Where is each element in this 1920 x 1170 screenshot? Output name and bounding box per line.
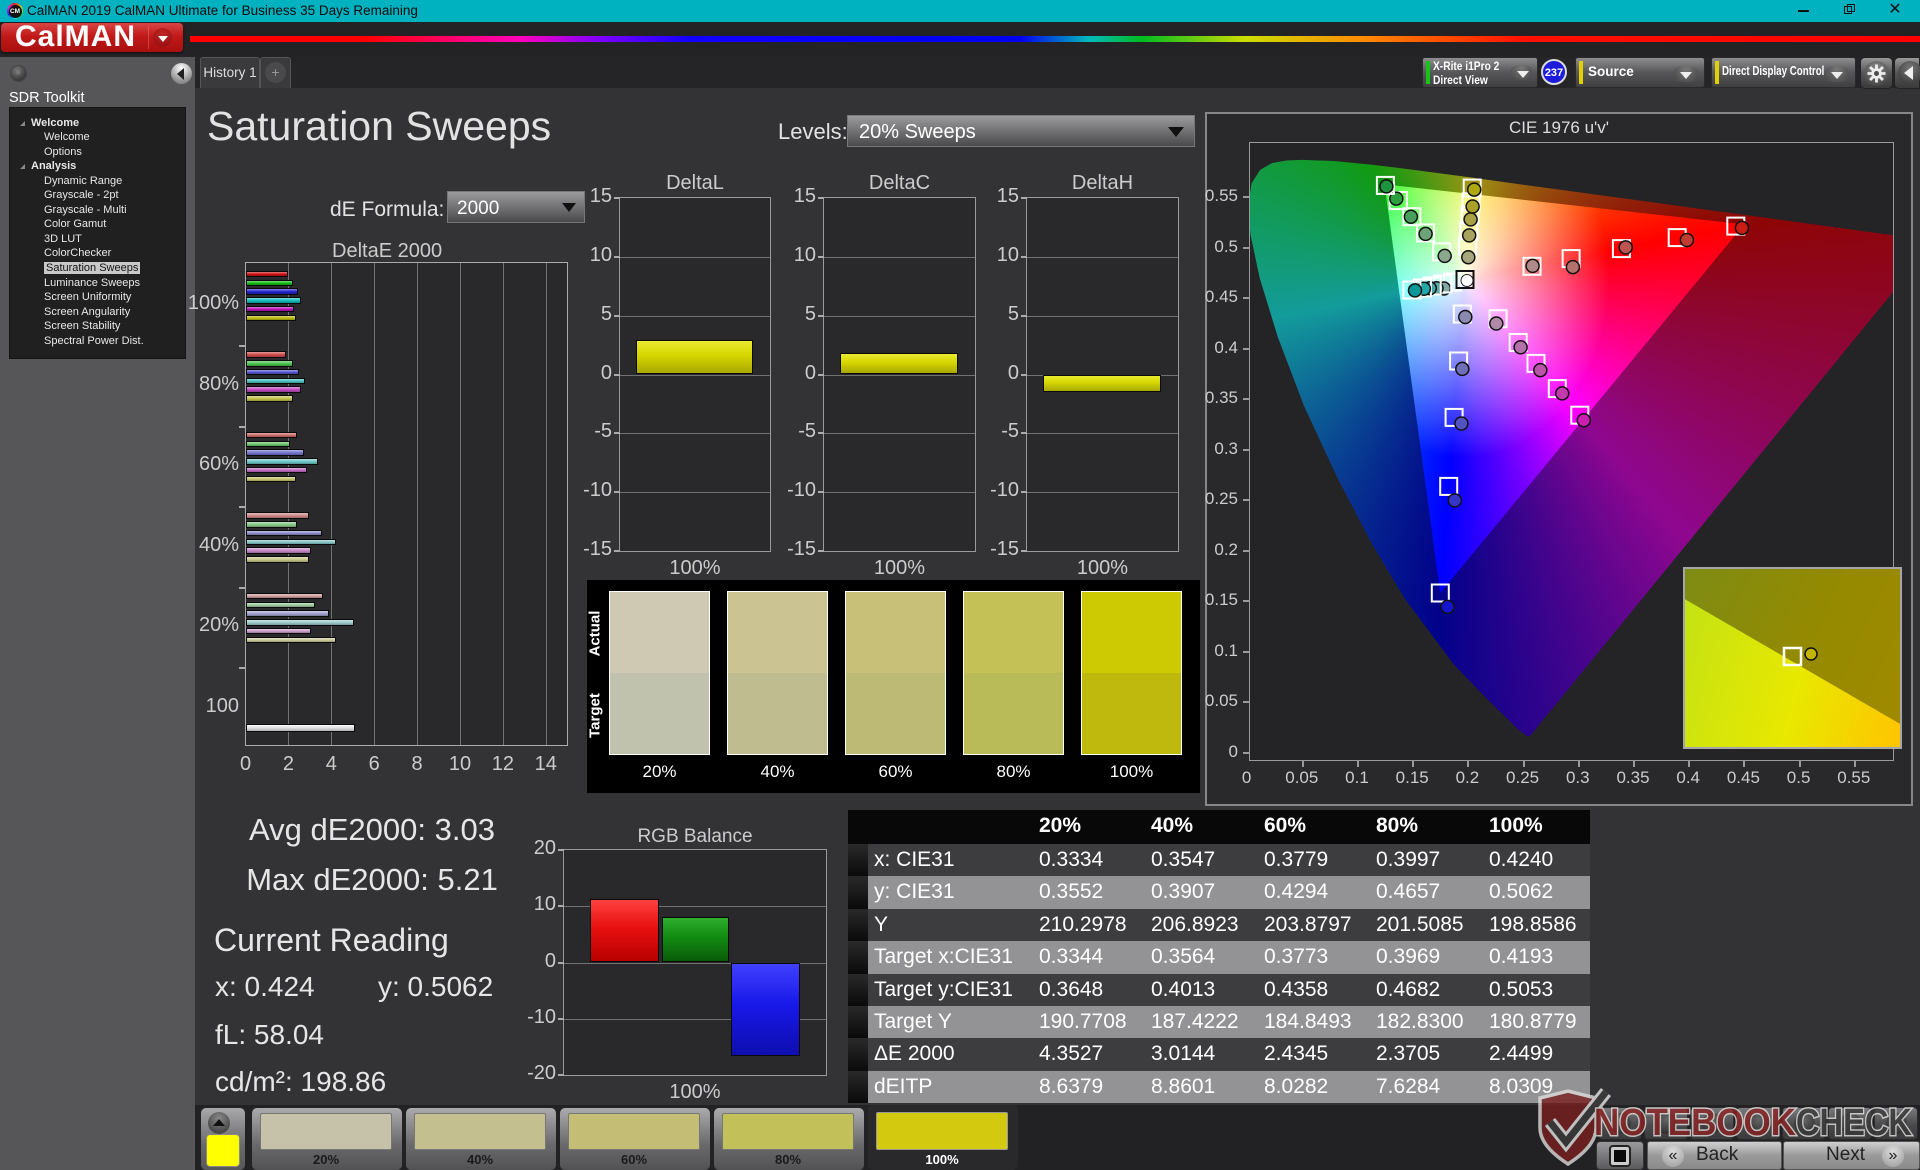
svg-text:CHECK: CHECK <box>1796 1102 1912 1144</box>
svg-text:NOTEBOOK: NOTEBOOK <box>1594 1102 1797 1144</box>
